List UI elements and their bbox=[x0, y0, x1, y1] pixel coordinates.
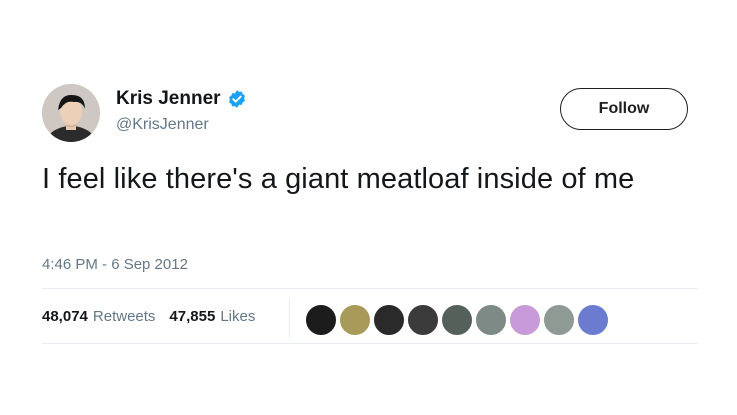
author-name-row: Kris Jenner bbox=[116, 88, 247, 110]
liker-avatar-3[interactable] bbox=[372, 303, 406, 337]
liker-avatar-9[interactable] bbox=[576, 303, 610, 337]
author-handle[interactable]: @KrisJenner bbox=[116, 116, 209, 134]
divider bbox=[42, 343, 698, 344]
author-display-name[interactable]: Kris Jenner bbox=[116, 88, 221, 110]
verified-badge-icon bbox=[227, 89, 247, 109]
liker-avatar-7[interactable] bbox=[508, 303, 542, 337]
likes-label: Likes bbox=[220, 308, 256, 325]
liker-avatar-1[interactable] bbox=[304, 303, 338, 337]
liker-avatar-2[interactable] bbox=[338, 303, 372, 337]
retweets-label: Retweets bbox=[92, 308, 156, 325]
tweet-text: I feel like there's a giant meatloaf ins… bbox=[42, 163, 635, 195]
follow-button[interactable]: Follow bbox=[560, 88, 688, 130]
divider bbox=[42, 288, 698, 289]
retweets-stat[interactable]: 48,074 Retweets bbox=[42, 308, 155, 325]
author-avatar[interactable] bbox=[42, 84, 100, 142]
liker-avatar-5[interactable] bbox=[440, 303, 474, 337]
likes-count: 47,855 bbox=[169, 308, 216, 325]
tweet-timestamp[interactable]: 4:46 PM - 6 Sep 2012 bbox=[42, 256, 188, 273]
stats-separator bbox=[289, 298, 290, 338]
retweets-count: 48,074 bbox=[42, 308, 88, 325]
tweet-stats: 48,074 Retweets 47,855 Likes bbox=[42, 308, 269, 325]
liker-avatar-4[interactable] bbox=[406, 303, 440, 337]
liker-avatar-6[interactable] bbox=[474, 303, 508, 337]
liker-avatar-8[interactable] bbox=[542, 303, 576, 337]
likes-stat[interactable]: 47,855 Likes bbox=[169, 308, 255, 325]
tweet-card: Kris Jenner @KrisJenner Follow I feel li… bbox=[0, 0, 737, 415]
